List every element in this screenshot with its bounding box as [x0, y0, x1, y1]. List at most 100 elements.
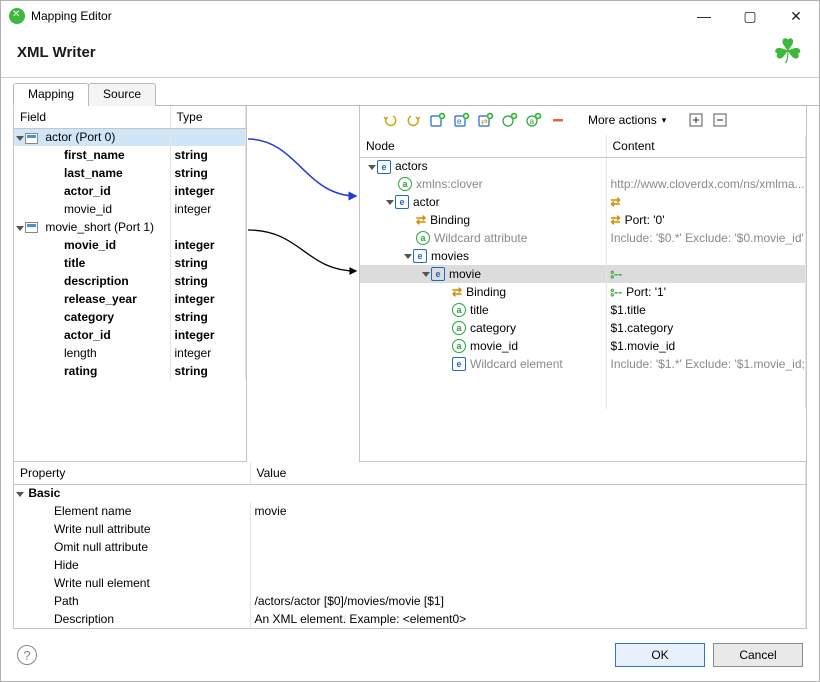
- tree-toggle-icon[interactable]: [386, 200, 394, 205]
- add-element-icon[interactable]: [428, 110, 448, 130]
- field-row[interactable]: lengthinteger: [14, 344, 246, 362]
- element-icon: e: [452, 357, 466, 371]
- node-content: $1.category: [611, 321, 674, 335]
- node-row[interactable]: axmlns:cloverhttp://www.cloverdx.com/ns/…: [360, 175, 806, 193]
- col-value[interactable]: Value: [250, 462, 806, 484]
- field-type: string: [170, 146, 246, 164]
- field-row[interactable]: release_yearinteger: [14, 290, 246, 308]
- remove-icon[interactable]: [548, 110, 568, 130]
- tree-toggle-icon[interactable]: [368, 165, 376, 170]
- right-pane: e ⇄ a More actions ▾ Node Content: [359, 106, 807, 462]
- field-row[interactable]: movie_idinteger: [14, 236, 246, 254]
- port-label[interactable]: actor (Port 0): [42, 130, 115, 144]
- prop-row[interactable]: Write null attribute: [14, 520, 806, 538]
- help-icon[interactable]: ?: [17, 645, 37, 665]
- prop-group-row[interactable]: Basic: [14, 484, 806, 502]
- prop-value[interactable]: [250, 574, 806, 592]
- node-label: Binding: [430, 213, 470, 227]
- prop-value[interactable]: [250, 556, 806, 574]
- node-row[interactable]: emovie: [360, 265, 806, 283]
- field-row[interactable]: ratingstring: [14, 362, 246, 380]
- field-row[interactable]: actor_idinteger: [14, 182, 246, 200]
- field-row[interactable]: descriptionstring: [14, 272, 246, 290]
- add-element2-icon[interactable]: e: [452, 110, 472, 130]
- node-row[interactable]: aWildcard attributeInclude: '$0.*' Exclu…: [360, 229, 806, 247]
- node-row[interactable]: emovies: [360, 247, 806, 265]
- port-row[interactable]: movie_short (Port 1): [14, 218, 246, 236]
- col-content[interactable]: Content: [606, 135, 806, 157]
- field-type: string: [170, 362, 246, 380]
- close-button[interactable]: ✕: [773, 1, 819, 31]
- prop-row[interactable]: Hide: [14, 556, 806, 574]
- tab-mapping[interactable]: Mapping: [13, 83, 89, 106]
- node-label: Binding: [466, 285, 506, 299]
- tree-toggle-icon[interactable]: [16, 136, 24, 141]
- prop-row[interactable]: Element namemovie: [14, 502, 806, 520]
- maximize-button[interactable]: ▢: [727, 1, 773, 31]
- node-row[interactable]: atitle$1.title: [360, 301, 806, 319]
- prop-name: Description: [14, 610, 250, 628]
- col-field[interactable]: Field: [14, 106, 170, 128]
- ok-button[interactable]: OK: [615, 643, 705, 667]
- port-label[interactable]: movie_short (Port 1): [42, 220, 154, 234]
- prop-value[interactable]: movie: [250, 502, 806, 520]
- field-row[interactable]: titlestring: [14, 254, 246, 272]
- node-row[interactable]: BindingPort: '1': [360, 283, 806, 301]
- prop-value[interactable]: An XML element. Example: <element0>: [250, 610, 806, 628]
- node-label: xmlns:clover: [416, 177, 483, 191]
- tree-toggle-icon[interactable]: [404, 254, 412, 259]
- node-row[interactable]: eactors: [360, 157, 806, 175]
- node-label: actor: [413, 195, 440, 209]
- left-pane: Field Type actor (Port 0) first_namestrin…: [13, 106, 247, 462]
- field-row[interactable]: movie_idinteger: [14, 200, 246, 218]
- add-attribute2-icon[interactable]: a: [524, 110, 544, 130]
- node-row[interactable]: eWildcard elementInclude: '$1.*' Exclude…: [360, 355, 806, 373]
- field-name: category: [14, 308, 170, 326]
- prop-value[interactable]: [250, 538, 806, 556]
- field-row[interactable]: first_namestring: [14, 146, 246, 164]
- port-row[interactable]: actor (Port 0): [14, 128, 246, 146]
- node-row[interactable]: eactor: [360, 193, 806, 211]
- expand-all-icon[interactable]: [686, 110, 706, 130]
- prop-row[interactable]: Write null element: [14, 574, 806, 592]
- field-name: last_name: [14, 164, 170, 182]
- property-pane: Property Value BasicElement namemovieWri…: [13, 462, 807, 629]
- minimize-button[interactable]: —: [681, 1, 727, 31]
- field-type: string: [170, 308, 246, 326]
- prop-value[interactable]: [250, 520, 806, 538]
- add-binding-icon[interactable]: ⇄: [476, 110, 496, 130]
- attribute-icon: a: [452, 339, 466, 353]
- node-label: movies: [431, 249, 469, 263]
- field-name: actor_id: [14, 326, 170, 344]
- prop-row[interactable]: Path/actors/actor [$0]/movies/movie [$1]: [14, 592, 806, 610]
- add-attribute-icon[interactable]: [500, 110, 520, 130]
- redo-icon[interactable]: [404, 110, 424, 130]
- prop-value[interactable]: /actors/actor [$0]/movies/movie [$1]: [250, 592, 806, 610]
- col-type[interactable]: Type: [170, 106, 246, 128]
- more-actions-dropdown[interactable]: More actions ▾: [584, 111, 670, 129]
- prop-row[interactable]: Omit null attribute: [14, 538, 806, 556]
- field-row[interactable]: last_namestring: [14, 164, 246, 182]
- node-row[interactable]: amovie_id$1.movie_id: [360, 337, 806, 355]
- undo-icon[interactable]: [380, 110, 400, 130]
- col-property[interactable]: Property: [14, 462, 250, 484]
- tree-toggle-icon[interactable]: [16, 492, 24, 497]
- tree-toggle-icon[interactable]: [16, 226, 24, 231]
- col-node[interactable]: Node: [360, 135, 606, 157]
- empty-row: [360, 373, 806, 391]
- tab-source[interactable]: Source: [88, 83, 156, 106]
- tree-toggle-icon[interactable]: [422, 272, 430, 277]
- attribute-icon: a: [398, 177, 412, 191]
- header-row: XML Writer ☘: [1, 31, 819, 78]
- svg-text:⇄: ⇄: [481, 117, 488, 126]
- field-row[interactable]: categorystring: [14, 308, 246, 326]
- cancel-button[interactable]: Cancel: [713, 643, 803, 667]
- node-row[interactable]: acategory$1.category: [360, 319, 806, 337]
- prop-name: Element name: [14, 502, 250, 520]
- field-type: string: [170, 254, 246, 272]
- field-row[interactable]: actor_idinteger: [14, 326, 246, 344]
- node-row[interactable]: BindingPort: '0': [360, 211, 806, 229]
- prop-row[interactable]: DescriptionAn XML element. Example: <ele…: [14, 610, 806, 628]
- more-actions-label: More actions: [588, 113, 657, 127]
- collapse-all-icon[interactable]: [710, 110, 730, 130]
